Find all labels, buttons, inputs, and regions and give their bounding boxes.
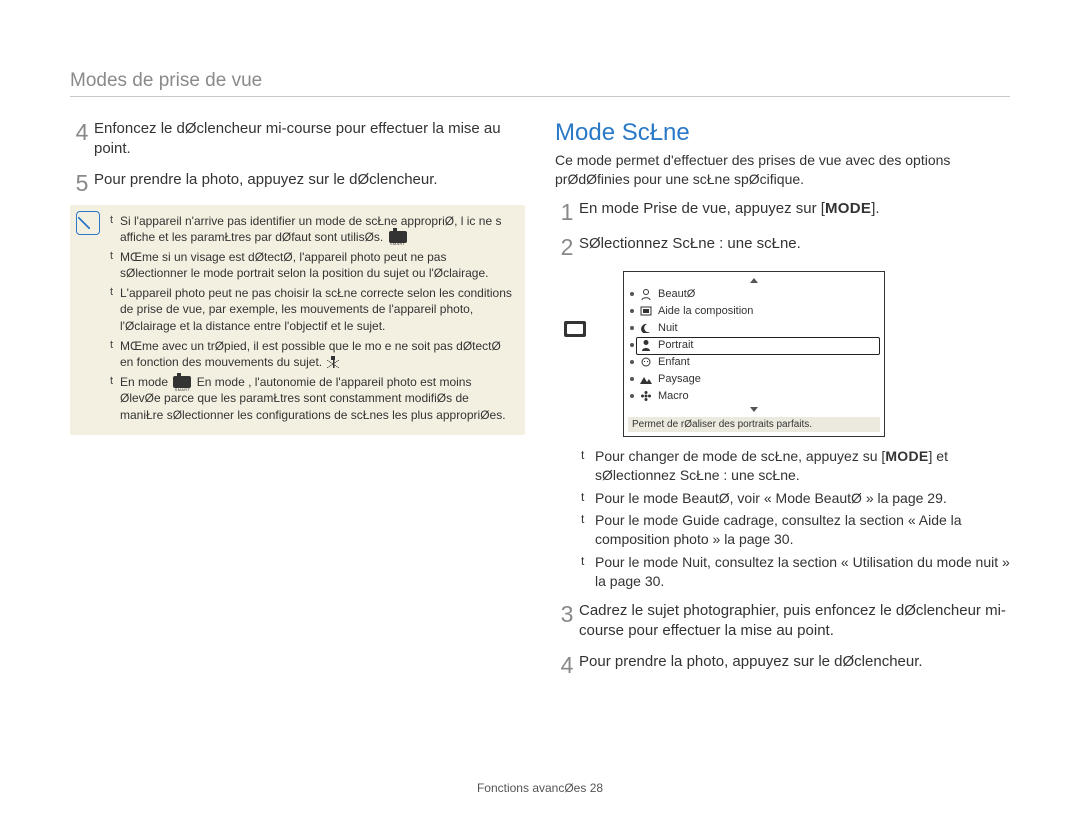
scene-item-compose[interactable]: Aide la composition <box>624 303 884 320</box>
landscape-icon <box>639 373 653 385</box>
tip-item: Pour le mode Nuit, consultez la section … <box>581 553 1010 591</box>
step-number: 4 <box>555 652 579 677</box>
note-item: MŒme avec un trØpied, il est possible qu… <box>110 338 515 370</box>
text: Pour changer de mode de scŁne, appuyez s… <box>595 448 885 464</box>
right-step-2: 2 SØlectionnez ScŁne : une scŁne. <box>555 234 1010 259</box>
bullet-icon <box>630 343 634 347</box>
scene-item-landscape[interactable]: Paysage <box>624 371 884 388</box>
tripod-icon <box>327 356 339 368</box>
left-column: 4 Enfoncez le dØclencheur mi-course pour… <box>70 119 525 687</box>
scene-label: BeautØ <box>658 288 878 300</box>
beauty-icon <box>639 288 653 300</box>
note-item: Si l'appareil n'arrive pas identifier un… <box>110 213 515 245</box>
bullet-icon <box>630 377 634 381</box>
note-item: L'appareil photo peut ne pas choisir la … <box>110 285 515 334</box>
scene-label: Portrait <box>658 339 878 351</box>
page-footer: Fonctions avancØes 28 <box>0 781 1080 795</box>
two-column-layout: 4 Enfoncez le dØclencheur mi-course pour… <box>70 119 1010 687</box>
pencil-icon <box>78 217 90 229</box>
right-step-4: 4 Pour prendre la photo, appuyez sur le … <box>555 652 1010 677</box>
note-item: En mode SMART En mode , l'autonomie de l… <box>110 374 515 423</box>
scene-selection-panel: BeautØ Aide la composition Nuit <box>623 271 885 437</box>
right-step-3: 3 Cadrez le sujet photographier, puis en… <box>555 601 1010 642</box>
smart-camera-icon: SMART <box>389 231 407 243</box>
step-text: SØlectionnez ScŁne : une scŁne. <box>579 234 1010 259</box>
tip-item: Pour le mode Guide cadrage, consultez la… <box>581 511 1010 549</box>
scene-item-portrait[interactable]: Portrait <box>624 337 884 354</box>
text: En mode Prise de vue, appuyez sur [ <box>579 200 825 217</box>
bullet-icon <box>630 360 634 364</box>
right-column: Mode ScŁne Ce mode permet d'effectuer de… <box>555 119 1010 687</box>
step-text: En mode Prise de vue, appuyez sur [MODE]… <box>579 199 1010 224</box>
scene-label: Macro <box>658 390 878 402</box>
chevron-down-icon <box>750 407 758 412</box>
step-number: 3 <box>555 601 579 642</box>
note-text: Si l'appareil n'arrive pas identifier un… <box>120 214 501 244</box>
step-text: Enfoncez le dØclencheur mi-course pour e… <box>94 119 525 160</box>
scroll-up[interactable] <box>624 276 884 286</box>
scene-item-beauty[interactable]: BeautØ <box>624 286 884 303</box>
bullet-icon <box>630 292 634 296</box>
page-title: Modes de prise de vue <box>70 70 1010 97</box>
scene-mode-icon <box>564 321 586 337</box>
tip-item: Pour changer de mode de scŁne, appuyez s… <box>581 447 1010 485</box>
text: ]. <box>871 200 879 217</box>
moon-icon <box>639 322 653 334</box>
flower-icon <box>639 390 653 402</box>
step-number: 2 <box>555 234 579 259</box>
scene-label: Nuit <box>658 322 878 334</box>
step-number: 1 <box>555 199 579 224</box>
note-box: Si l'appareil n'arrive pas identifier un… <box>70 205 525 435</box>
scene-label: Paysage <box>658 373 878 385</box>
note-list: Si l'appareil n'arrive pas identifier un… <box>110 213 515 423</box>
bullet-icon <box>630 394 634 398</box>
section-description: Ce mode permet d'effectuer des prises de… <box>555 151 1010 189</box>
note-item: MŒme si un visage est dØtectØ, l'apparei… <box>110 249 515 281</box>
scene-item-child[interactable]: Enfant <box>624 354 884 371</box>
note-text: En mode <box>120 375 168 389</box>
chevron-up-icon <box>750 278 758 283</box>
portrait-icon <box>639 339 653 351</box>
scene-item-macro[interactable]: Macro <box>624 388 884 405</box>
step-text: Cadrez le sujet photographier, puis enfo… <box>579 601 1010 642</box>
step-4: 4 Enfoncez le dØclencheur mi-course pour… <box>70 119 525 160</box>
step-text: Pour prendre la photo, appuyez sur le dØ… <box>579 652 1010 677</box>
section-title: Mode ScŁne <box>555 119 1010 147</box>
child-icon <box>639 356 653 368</box>
step-number: 4 <box>70 119 94 160</box>
scene-label: Enfant <box>658 356 878 368</box>
right-step-1: 1 En mode Prise de vue, appuyez sur [MOD… <box>555 199 1010 224</box>
mode-key: MODE <box>885 448 928 464</box>
mode-key: MODE <box>825 200 871 217</box>
step-5: 5 Pour prendre la photo, appuyez sur le … <box>70 170 525 195</box>
scene-menu-wrap: BeautØ Aide la composition Nuit <box>589 269 885 447</box>
bullet-icon <box>630 326 634 330</box>
tip-item: Pour le mode BeautØ, voir « Mode BeautØ … <box>581 489 1010 508</box>
note-text: MŒme avec un trØpied, il est possible qu… <box>120 339 501 369</box>
scene-item-night[interactable]: Nuit <box>624 320 884 337</box>
scroll-down[interactable] <box>624 405 884 415</box>
scene-label: Aide la composition <box>658 305 878 317</box>
frame-icon <box>639 305 653 317</box>
smart-camera-icon: SMART <box>173 376 191 388</box>
footer-page-number: 28 <box>590 781 603 795</box>
footer-label: Fonctions avancØes <box>477 781 586 795</box>
note-icon <box>76 211 100 235</box>
bullet-icon <box>630 309 634 313</box>
manual-page: Modes de prise de vue 4 Enfoncez le dØcl… <box>0 0 1080 815</box>
tips-list: Pour changer de mode de scŁne, appuyez s… <box>581 447 1010 591</box>
scene-description: Permet de rØaliser des portraits parfait… <box>628 417 880 432</box>
step-text: Pour prendre la photo, appuyez sur le dØ… <box>94 170 525 195</box>
step-number: 5 <box>70 170 94 195</box>
